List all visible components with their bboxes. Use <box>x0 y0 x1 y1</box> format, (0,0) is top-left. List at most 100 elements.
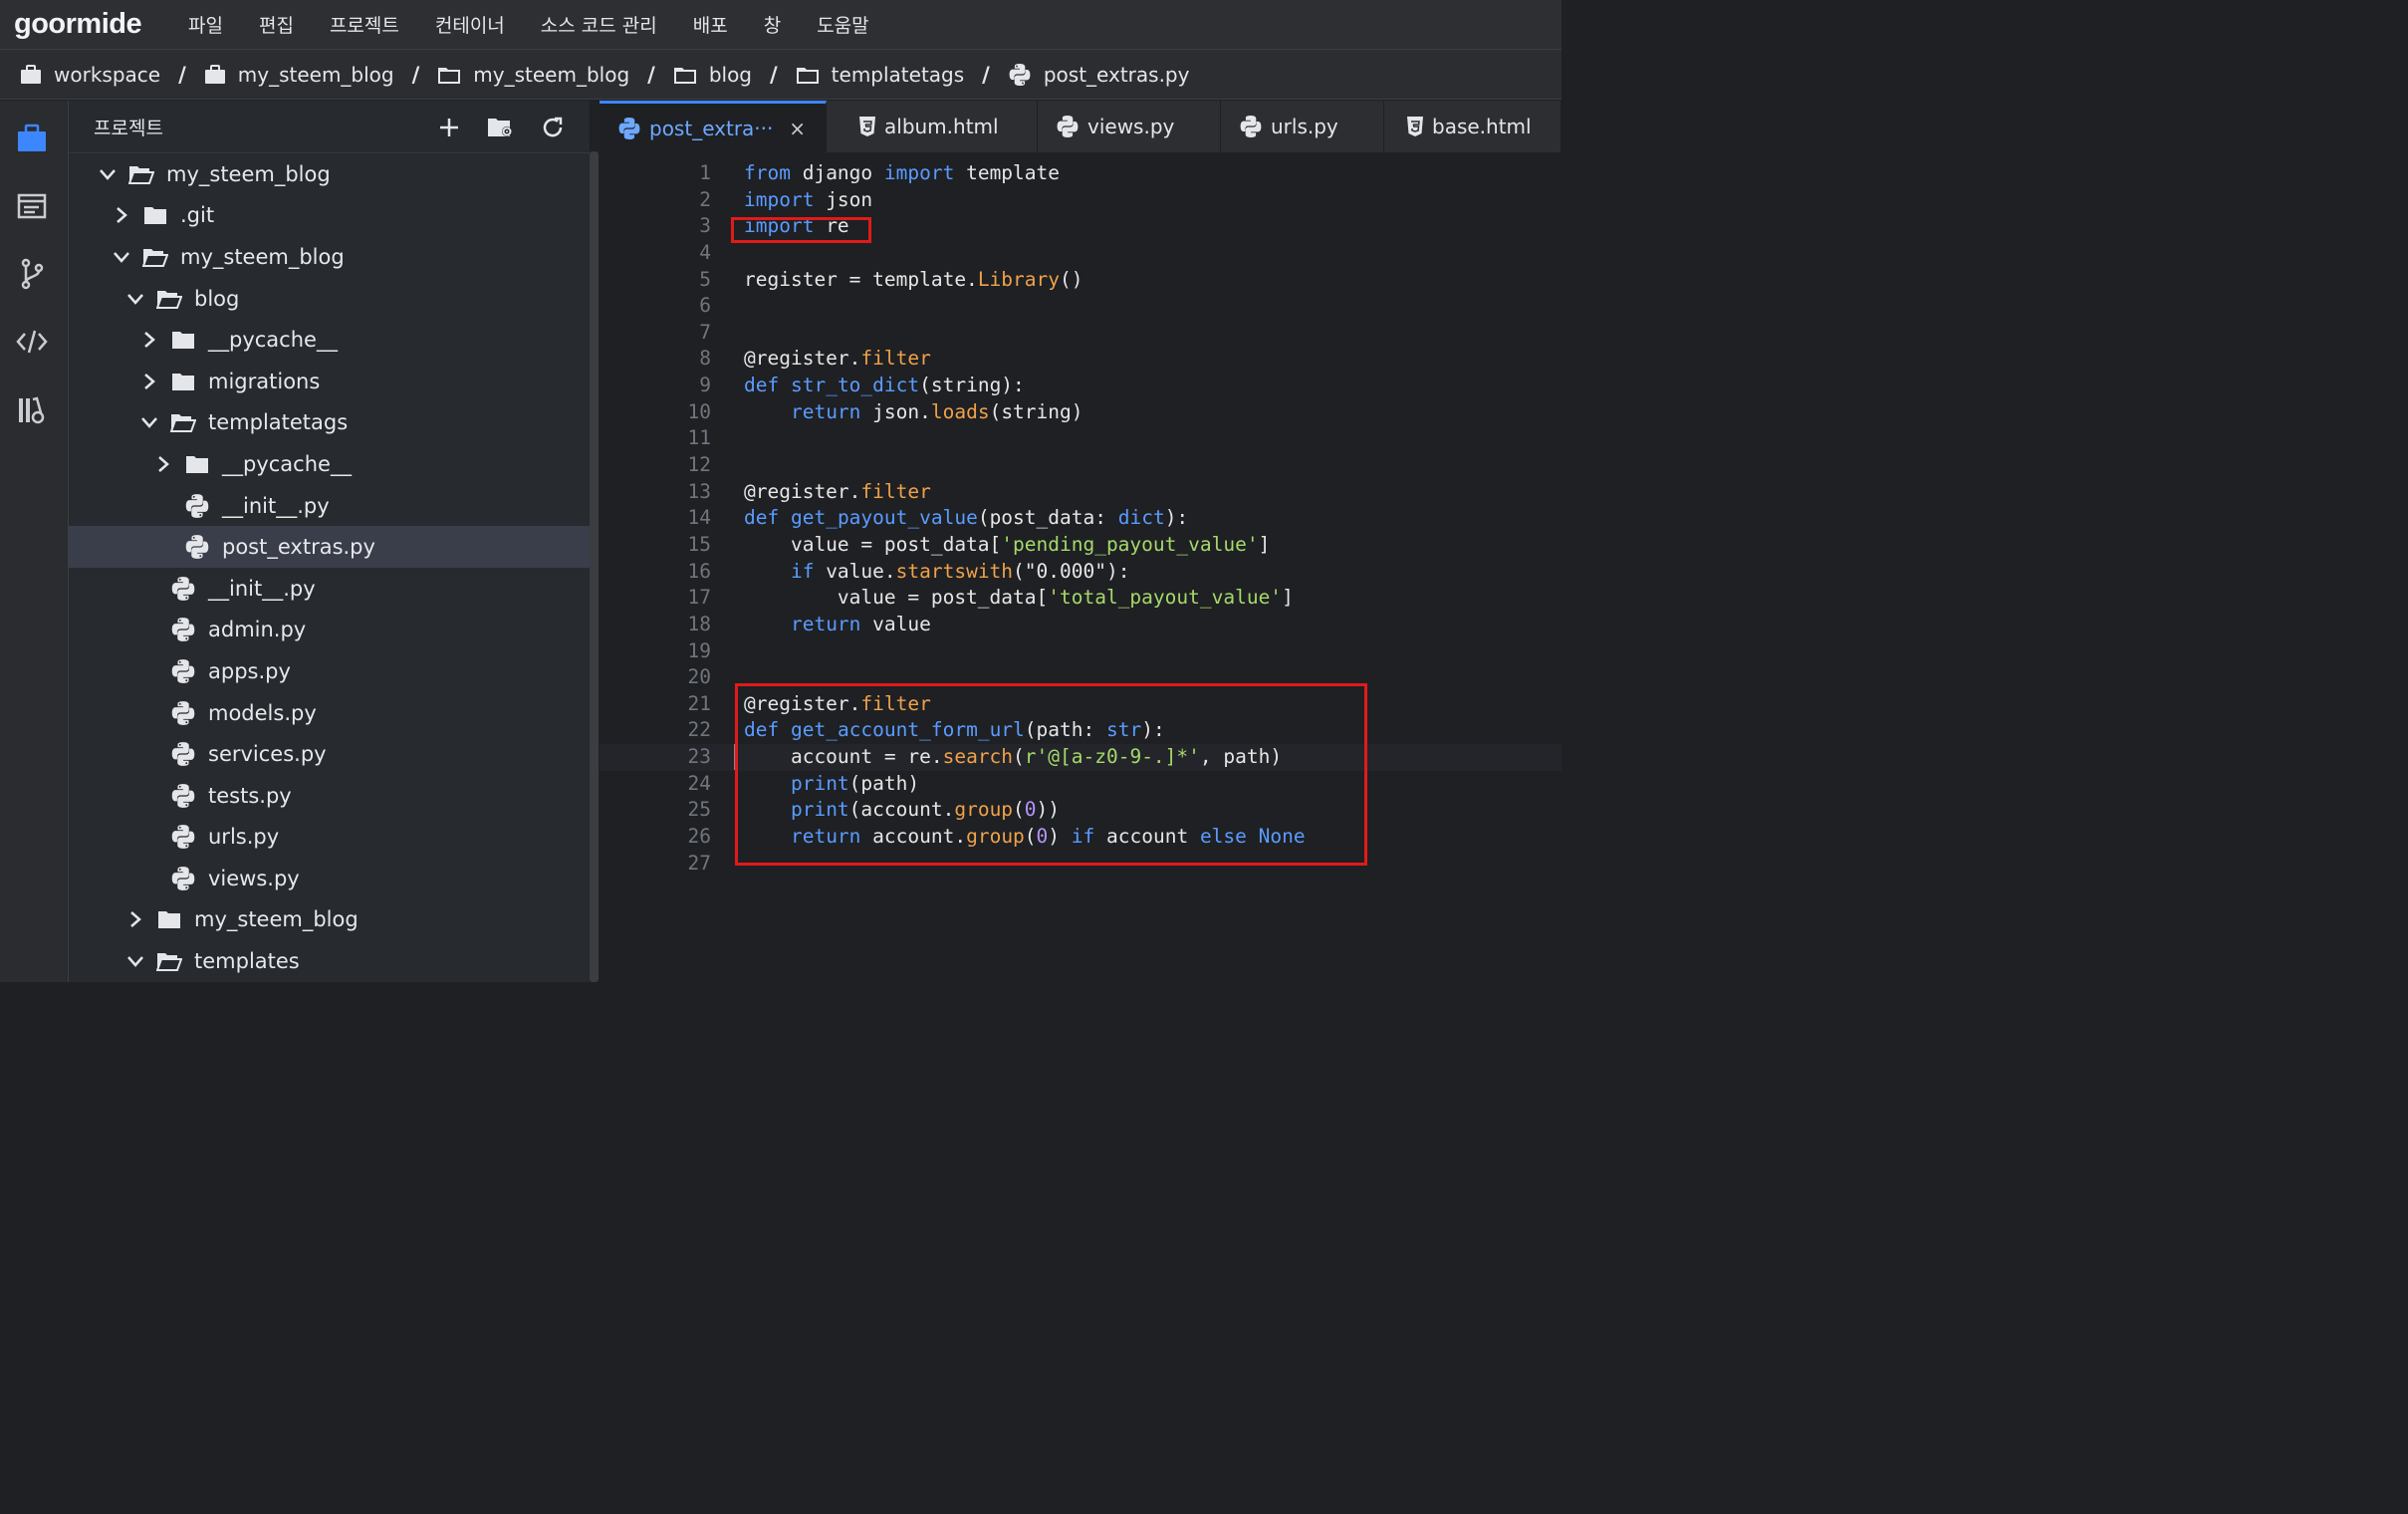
workspace-icon <box>204 64 226 85</box>
tree-folder[interactable]: my_steem_blog <box>69 899 590 941</box>
tree-folder[interactable]: templatetags <box>69 402 590 444</box>
code-line[interactable]: 25 print(account.group(0)) <box>600 797 1562 824</box>
folder-settings-icon[interactable] <box>486 113 516 142</box>
code-line[interactable]: 16 if value.startswith("0.000"): <box>600 559 1562 586</box>
chevron-right-icon[interactable] <box>138 329 160 351</box>
tree-folder[interactable]: my_steem_blog <box>69 153 590 195</box>
code-line[interactable]: 5 register = template.Library() <box>600 267 1562 294</box>
tree-item-label: migrations <box>208 369 321 393</box>
tree-file[interactable]: models.py <box>69 692 590 734</box>
chevron-right-icon[interactable] <box>152 453 174 475</box>
source-control-icon[interactable] <box>14 256 50 292</box>
tree-file[interactable]: __init__.py <box>69 568 590 610</box>
code-line[interactable]: 1 from django import template <box>600 160 1562 187</box>
code-line[interactable]: 26 return account.group(0) if account el… <box>600 824 1562 851</box>
tree-file[interactable]: views.py <box>69 858 590 899</box>
code-line[interactable]: 2 import json <box>600 187 1562 214</box>
tree-item-label: templates <box>194 949 300 974</box>
chevron-right-icon[interactable] <box>111 204 132 226</box>
menu-container[interactable]: 컨테이너 <box>435 11 505 38</box>
breadcrumb-item-folder[interactable]: blog <box>673 63 752 87</box>
html-icon <box>1406 116 1424 137</box>
code-line[interactable]: 18 return value <box>600 612 1562 638</box>
add-icon[interactable] <box>434 113 464 142</box>
chevron-down-icon[interactable] <box>124 950 146 972</box>
code-line[interactable]: 21 @register.filter <box>600 691 1562 718</box>
code-line[interactable]: 8 @register.filter <box>600 346 1562 373</box>
breadcrumb-item-folder[interactable]: my_steem_blog <box>437 63 629 87</box>
panel-scrollbar[interactable] <box>590 151 599 982</box>
breadcrumb-separator: / <box>178 62 186 87</box>
code-line[interactable]: 17 value = post_data['total_payout_value… <box>600 585 1562 612</box>
tab-post-extras[interactable]: post_extra··· × <box>600 101 827 152</box>
breadcrumb-item-folder[interactable]: templatetags <box>796 63 964 87</box>
code-line[interactable]: 15 value = post_data['pending_payout_val… <box>600 532 1562 559</box>
tree-folder[interactable]: blog <box>69 278 590 320</box>
tree-file[interactable]: __init__.py <box>69 485 590 527</box>
menu-edit[interactable]: 편집 <box>259 11 294 38</box>
tree-file[interactable]: post_extras.py <box>69 526 590 568</box>
code-line[interactable]: 10 return json.loads(string) <box>600 399 1562 426</box>
refresh-icon[interactable] <box>538 113 568 142</box>
app-logo[interactable]: goormide <box>14 8 173 41</box>
close-icon[interactable]: × <box>789 117 806 140</box>
tree-folder[interactable]: __pycache__ <box>69 319 590 361</box>
code-icon[interactable] <box>14 324 50 360</box>
project-explorer-icon[interactable] <box>14 121 50 156</box>
code-line[interactable]: 20 <box>600 664 1562 691</box>
code-text: import json <box>744 187 873 211</box>
tree-folder[interactable]: my_steem_blog <box>69 236 590 278</box>
tree-folder[interactable]: templates <box>69 940 590 982</box>
tree-folder[interactable]: migrations <box>69 361 590 402</box>
breadcrumb-item-project[interactable]: my_steem_blog <box>204 63 394 87</box>
code-line[interactable]: 7 <box>600 320 1562 347</box>
tree-file[interactable]: admin.py <box>69 610 590 651</box>
line-number: 16 <box>687 559 711 583</box>
tab-urls-py[interactable]: urls.py <box>1221 101 1384 152</box>
menu-deploy[interactable]: 배포 <box>693 11 728 38</box>
code-area[interactable]: 1 from django import template 2 import json… <box>600 160 1562 877</box>
menu-project[interactable]: 프로젝트 <box>330 11 399 38</box>
code-line[interactable]: 12 <box>600 452 1562 479</box>
tree-file[interactable]: urls.py <box>69 817 590 859</box>
code-line[interactable]: 11 <box>600 425 1562 452</box>
code-line[interactable]: 22 def get_account_form_url(path: str): <box>600 717 1562 744</box>
code-line[interactable]: 6 <box>600 293 1562 320</box>
python-icon <box>170 783 196 808</box>
chevron-right-icon[interactable] <box>124 908 146 930</box>
outline-icon[interactable] <box>14 188 50 224</box>
code-line[interactable]: 3 import re <box>600 213 1562 240</box>
tree-file[interactable]: apps.py <box>69 650 590 692</box>
chevron-down-icon[interactable] <box>124 288 146 310</box>
code-line[interactable]: 9 def str_to_dict(string): <box>600 373 1562 399</box>
tree-folder[interactable]: .git <box>69 195 590 237</box>
breadcrumb-item-file[interactable]: post_extras.py <box>1008 63 1189 87</box>
code-text: print(path) <box>790 771 920 795</box>
tab-album-html[interactable]: album.html <box>827 101 1038 152</box>
code-line[interactable]: 13 @register.filter <box>600 479 1562 506</box>
menu-scm[interactable]: 소스 코드 관리 <box>541 11 657 38</box>
code-line[interactable]: 19 <box>600 638 1562 665</box>
line-number: 12 <box>687 453 711 477</box>
chevron-right-icon[interactable] <box>138 371 160 392</box>
code-line[interactable]: 24 print(path) <box>600 771 1562 798</box>
tree-folder[interactable]: __pycache__ <box>69 443 590 485</box>
tree-file[interactable]: services.py <box>69 733 590 775</box>
folder-open-icon <box>128 162 154 186</box>
menu-window[interactable]: 창 <box>764 11 781 38</box>
chevron-down-icon[interactable] <box>97 163 119 185</box>
tree-file[interactable]: tests.py <box>69 775 590 817</box>
tab-views-py[interactable]: views.py <box>1038 101 1221 152</box>
folder-icon <box>184 452 210 476</box>
code-line[interactable]: 4 <box>600 240 1562 267</box>
code-line[interactable]: 23 account = re.search(r'@[a-z0-9-.]*', … <box>600 744 1562 771</box>
code-line[interactable]: 27 <box>600 851 1562 878</box>
tab-base-html[interactable]: base.html <box>1384 101 1562 152</box>
chevron-down-icon[interactable] <box>138 411 160 433</box>
library-icon[interactable] <box>14 393 50 429</box>
breadcrumb-item-workspace[interactable]: workspace <box>20 63 160 87</box>
menu-help[interactable]: 도움말 <box>817 11 868 38</box>
menu-file[interactable]: 파일 <box>188 11 223 38</box>
code-line[interactable]: 14 def get_payout_value(post_data: dict): <box>600 505 1562 532</box>
chevron-down-icon[interactable] <box>111 246 132 268</box>
